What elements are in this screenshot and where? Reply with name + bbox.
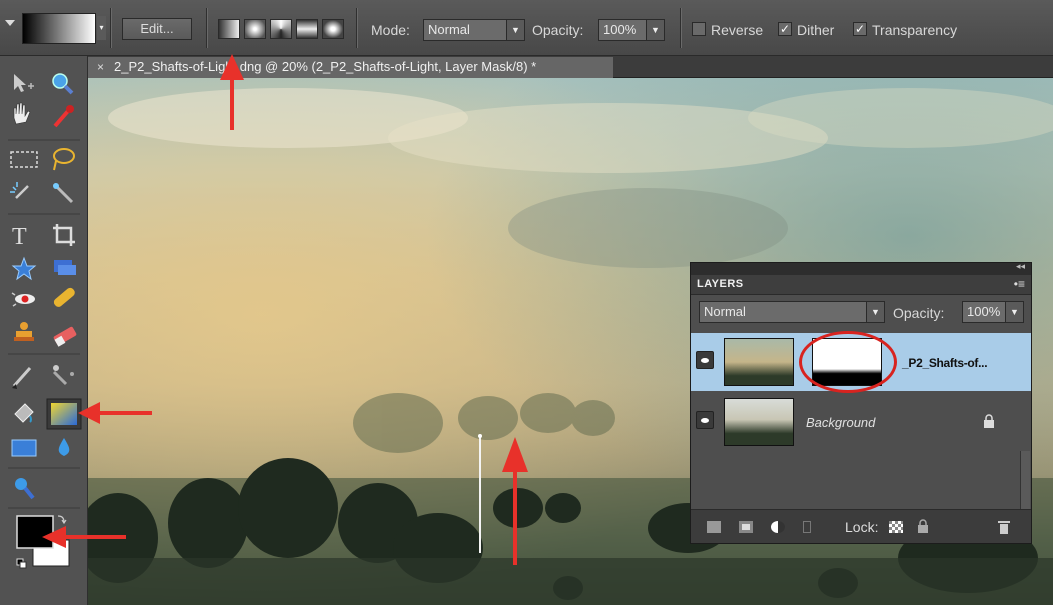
radial-gradient-icon[interactable]	[244, 19, 266, 39]
document-tab-bar: × 2_P2_Shafts-of-Light.dng @ 20% (2_P2_S…	[88, 56, 1053, 78]
reverse-checkbox[interactable]	[692, 22, 706, 36]
eye-icon[interactable]	[696, 411, 714, 429]
mask-highlight-circle	[799, 331, 897, 393]
layer-thumbnail	[724, 338, 794, 386]
reflected-gradient-icon[interactable]	[296, 19, 318, 39]
blend-mode-value: Normal	[704, 304, 746, 319]
lock-all-icon[interactable]	[917, 519, 929, 533]
straighten-tool-icon[interactable]	[54, 260, 76, 275]
trash-icon[interactable]	[998, 520, 1010, 534]
link-layers-icon[interactable]	[803, 521, 811, 533]
collapse-icon[interactable]: ◂◂	[1016, 261, 1025, 272]
gradient-picker-swatch[interactable]	[22, 13, 96, 44]
quick-selection-tool-icon[interactable]	[52, 182, 74, 204]
adjustment-layer-icon[interactable]	[771, 521, 785, 533]
type-tool-icon[interactable]: T	[12, 224, 27, 250]
layers-panel-footer: Lock:	[691, 509, 1031, 543]
eyedropper-tool-icon[interactable]	[53, 105, 74, 128]
clone-stamp-tool-icon[interactable]	[14, 322, 34, 341]
layer-opacity-label: Opacity:	[893, 305, 945, 321]
tool-options-bar: ▾ Edit... Mode: Normal ▼ Opacity: 100% ▼…	[0, 0, 1053, 56]
magic-wand-tool-icon[interactable]	[10, 182, 29, 199]
eye-icon[interactable]	[696, 351, 714, 369]
eraser-tool-icon[interactable]	[53, 326, 77, 347]
healing-brush-tool-icon[interactable]	[52, 286, 76, 308]
layer-name: Background	[806, 415, 876, 430]
hand-tool-icon[interactable]	[13, 102, 31, 125]
lock-transparent-icon[interactable]	[889, 521, 903, 533]
marquee-tool-icon[interactable]	[10, 151, 38, 168]
new-layer-icon[interactable]	[707, 521, 721, 533]
panel-menu-icon[interactable]: •≡	[1014, 277, 1025, 291]
crop-tool-icon[interactable]	[53, 224, 75, 246]
shape-tool-icon[interactable]	[11, 439, 37, 457]
svg-text:T: T	[12, 224, 27, 250]
layer-row[interactable]: Background	[691, 393, 1031, 451]
move-tool-icon[interactable]	[14, 74, 34, 92]
cookie-cutter-tool-icon[interactable]	[11, 256, 37, 281]
layer-name: _P2_Shafts-of...	[902, 356, 988, 370]
layers-scrollbar[interactable]	[1020, 451, 1030, 509]
separator	[680, 8, 681, 48]
photo-editor-window: ▾ Edit... Mode: Normal ▼ Opacity: 100% ▼…	[0, 0, 1053, 605]
gradient-picker-arrow-icon[interactable]: ▾	[97, 16, 106, 40]
blend-mode-select[interactable]: Normal ▼	[699, 301, 885, 323]
smart-brush-tool-icon[interactable]	[52, 365, 74, 386]
red-eye-tool-icon[interactable]	[11, 292, 35, 307]
panel-grip-bar[interactable]: ◂◂	[691, 261, 1031, 275]
dither-checkbox[interactable]: ✓	[778, 22, 792, 36]
swap-colors-icon[interactable]	[57, 515, 67, 525]
opacity-value: 100%	[603, 22, 637, 37]
opacity-label: Opacity:	[532, 22, 584, 38]
add-mask-icon[interactable]	[739, 521, 753, 533]
chevron-down-icon: ▼	[506, 20, 524, 40]
lasso-tool-icon[interactable]	[53, 148, 75, 171]
blur-tool-icon[interactable]	[58, 438, 70, 456]
edit-gradient-button[interactable]: Edit...	[122, 18, 192, 40]
chevron-down-icon: ▼	[646, 20, 664, 40]
chevron-down-icon: ▼	[1005, 302, 1023, 322]
document-tab[interactable]: × 2_P2_Shafts-of-Light.dng @ 20% (2_P2_S…	[88, 57, 613, 78]
layers-panel: ◂◂ LAYERS •≡ Normal ▼ Opacity: 100% ▼ _P…	[690, 261, 1032, 544]
layer-row[interactable]: _P2_Shafts-of...	[691, 331, 1031, 393]
default-colors-icon[interactable]	[16, 558, 27, 569]
document-title: 2_P2_Shafts-of-Light.dng @ 20% (2_P2_Sha…	[114, 59, 537, 74]
panel-title: LAYERS	[697, 278, 744, 290]
brush-tool-icon[interactable]	[12, 367, 32, 389]
sponge-tool-icon[interactable]	[15, 478, 35, 500]
zoom-tool-icon[interactable]	[52, 73, 74, 95]
transparency-checkbox[interactable]: ✓	[853, 22, 867, 36]
separator	[110, 8, 111, 48]
linear-gradient-icon[interactable]	[218, 19, 240, 39]
layer-opacity-field[interactable]: 100% ▼	[962, 301, 1024, 323]
lock-icon	[984, 414, 994, 428]
paint-bucket-tool-icon[interactable]	[14, 403, 34, 423]
mode-label: Mode:	[371, 22, 410, 38]
separator	[356, 8, 357, 48]
toolbox: T	[0, 56, 88, 605]
gradient-tool-icon[interactable]	[46, 398, 82, 430]
angle-gradient-icon[interactable]	[270, 19, 292, 39]
diamond-gradient-icon[interactable]	[322, 19, 344, 39]
close-icon[interactable]: ×	[97, 57, 104, 77]
chevron-down-icon: ▼	[866, 302, 884, 322]
dither-label: Dither	[797, 22, 835, 38]
lock-label: Lock:	[845, 519, 879, 535]
foreground-color-swatch[interactable]	[16, 515, 54, 549]
opacity-field[interactable]: 100% ▼	[598, 19, 665, 41]
layer-thumbnail	[724, 398, 794, 446]
tool-preset-dropdown-icon[interactable]	[5, 20, 15, 26]
transparency-label: Transparency	[872, 22, 958, 38]
separator	[206, 8, 207, 48]
mode-select[interactable]: Normal ▼	[423, 19, 525, 41]
layers-panel-header: LAYERS •≡	[691, 275, 1031, 295]
mode-value: Normal	[428, 22, 470, 37]
layer-opacity-value: 100%	[967, 304, 1001, 319]
reverse-label: Reverse	[711, 22, 764, 38]
